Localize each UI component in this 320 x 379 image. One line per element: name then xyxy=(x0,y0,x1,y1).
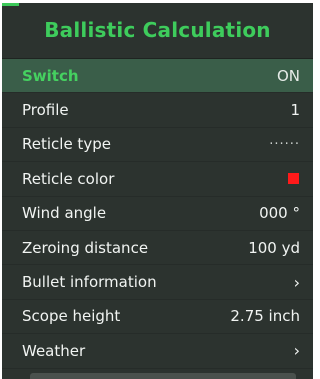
chevron-right-icon: › xyxy=(293,272,300,292)
top-accent-bar xyxy=(2,3,19,6)
setting-label: Profile xyxy=(22,101,69,120)
setting-label: Zeroing distance xyxy=(22,238,149,257)
setting-row-profile[interactable]: Profile 1 xyxy=(2,93,313,128)
setting-value: 100 yd xyxy=(248,238,300,257)
setting-row-zeroing-distance[interactable]: Zeroing distance 100 yd xyxy=(2,231,313,266)
setting-value: 2.75 inch xyxy=(230,307,300,326)
ballistic-calculation-panel: Ballistic Calculation Switch ON Profile … xyxy=(2,3,313,379)
reticle-color-value xyxy=(288,170,300,188)
bottom-scroll-indicator xyxy=(30,373,296,379)
setting-label: Bullet information xyxy=(22,273,157,292)
setting-label: Reticle type xyxy=(22,135,111,154)
setting-row-reticle-color[interactable]: Reticle color xyxy=(2,162,313,197)
panel-title: Ballistic Calculation xyxy=(44,18,271,42)
setting-label: Weather xyxy=(22,341,86,360)
setting-row-wind-angle[interactable]: Wind angle 000 ° xyxy=(2,197,313,231)
setting-row-scope-height[interactable]: Scope height 2.75 inch xyxy=(2,300,313,335)
setting-label: Switch xyxy=(22,66,79,85)
setting-value: ON xyxy=(276,66,300,85)
setting-label: Reticle color xyxy=(22,169,115,188)
setting-row-reticle-type[interactable]: Reticle type ······ xyxy=(2,128,313,163)
chevron-right-icon: › xyxy=(293,341,300,361)
reticle-type-dots: ······ xyxy=(269,136,300,152)
setting-row-switch[interactable]: Switch ON xyxy=(2,59,313,94)
red-square-swatch xyxy=(288,172,299,184)
setting-row-weather[interactable]: Weather › xyxy=(2,334,313,369)
setting-value: 1 xyxy=(290,101,300,120)
setting-value: 000 ° xyxy=(259,204,300,223)
setting-label: Scope height xyxy=(22,307,121,326)
setting-label: Wind angle xyxy=(22,204,107,223)
setting-row-bullet-information[interactable]: Bullet information › xyxy=(2,265,313,300)
settings-list: Switch ON Profile 1 Reticle type ······ … xyxy=(2,59,313,369)
